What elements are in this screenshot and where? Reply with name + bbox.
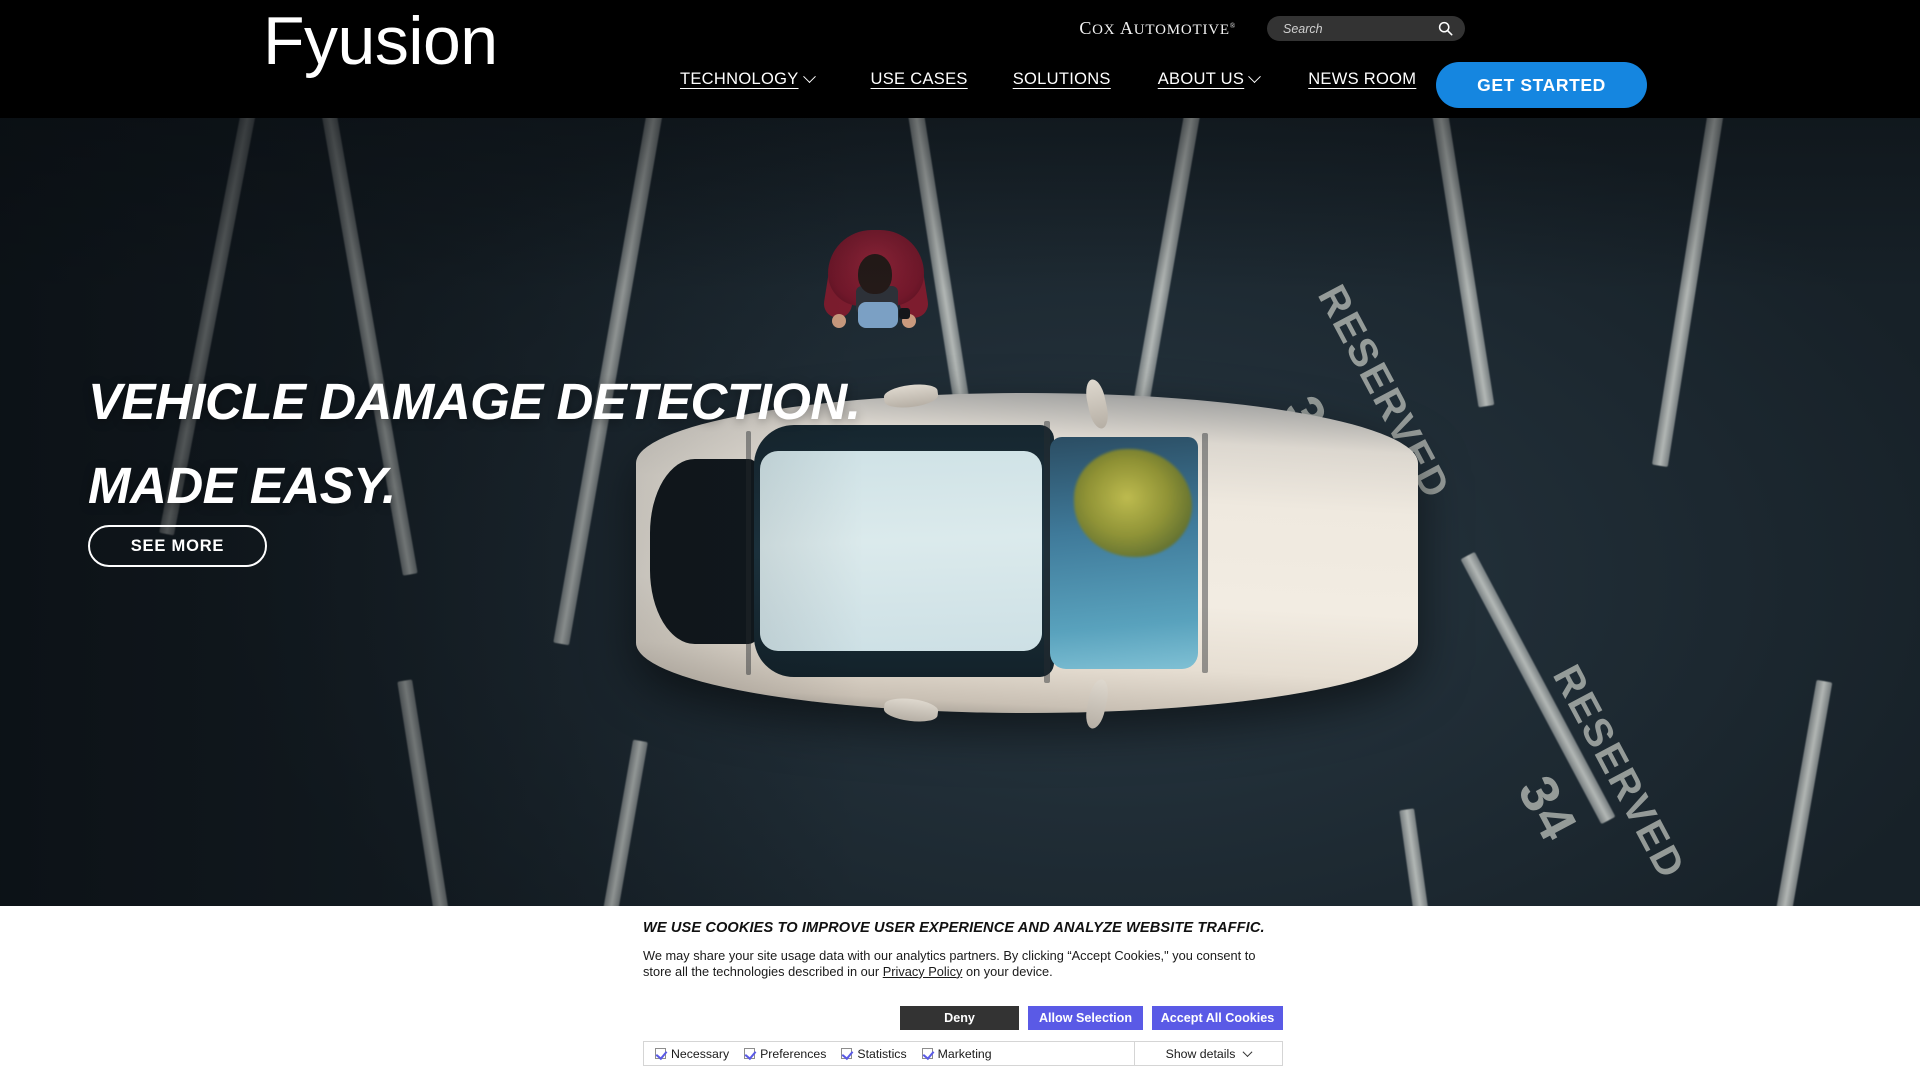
cox-logo-utomotive: UTOMOTIVE (1133, 22, 1230, 38)
chevron-down-icon (1242, 1047, 1253, 1058)
checkbox-marketing[interactable]: Marketing (921, 1046, 992, 1061)
search-input[interactable] (1267, 21, 1417, 36)
search-box[interactable] (1267, 16, 1465, 41)
chevron-down-icon (1248, 70, 1262, 84)
show-details-label: Show details (1165, 1046, 1236, 1061)
cox-logo-ox: OX (1092, 22, 1116, 38)
hero-title-line-2: MADE EASY. (88, 457, 396, 514)
checkbox-checked-icon[interactable] (921, 1048, 933, 1059)
checkbox-checked-icon[interactable] (841, 1048, 853, 1059)
site-logo[interactable]: Fyusion (263, 7, 498, 75)
checkbox-checked-icon[interactable] (655, 1048, 666, 1059)
checkbox-necessary[interactable]: Necessary (655, 1047, 729, 1061)
hero-title-line-1: VEHICLE DAMAGE DETECTION. (88, 373, 861, 430)
hero-title: VEHICLE DAMAGE DETECTION. MADE EASY. (88, 360, 861, 528)
accept-all-cookies-button[interactable]: Accept All Cookies (1152, 1006, 1283, 1030)
cookie-preferences-bar: Necessary Preferences Statistics Marketi… (643, 1041, 1283, 1066)
cookie-banner-body: We may share your site usage data with o… (643, 948, 1283, 981)
cookie-banner-title: WE USE COOKIES TO IMPROVE USER EXPERIENC… (643, 920, 1265, 936)
nav-label-about-us: ABOUT US (1157, 70, 1245, 88)
checkbox-statistics[interactable]: Statistics (841, 1046, 907, 1061)
checkbox-label-marketing: Marketing (937, 1046, 992, 1061)
nav-label-use-cases: USE CASES (870, 70, 968, 88)
nav-item-about-us[interactable]: ABOUT US (1157, 70, 1262, 89)
checkbox-label-necessary: Necessary (671, 1046, 730, 1061)
see-more-button[interactable]: SEE MORE (88, 525, 267, 567)
checkbox-label-statistics: Statistics (857, 1046, 907, 1061)
get-started-button[interactable]: GET STARTED (1436, 62, 1647, 108)
registered-mark-icon: ® (1229, 22, 1236, 30)
search-icon[interactable] (1438, 21, 1453, 36)
cookie-preferences-list: Necessary Preferences Statistics Marketi… (644, 1047, 1134, 1061)
cookie-banner-content: WE USE COOKIES TO IMPROVE USER EXPERIENC… (643, 920, 1283, 1066)
checkbox-checked-icon[interactable] (744, 1048, 756, 1059)
show-details-toggle[interactable]: Show details (1134, 1042, 1282, 1065)
checkbox-preferences[interactable]: Preferences (744, 1047, 826, 1061)
nav-label-technology: TECHNOLOGY (680, 70, 799, 88)
privacy-policy-link[interactable]: Privacy Policy (883, 964, 963, 979)
nav-label-news-room: NEWS ROOM (1308, 70, 1417, 88)
deny-button[interactable]: Deny (900, 1006, 1019, 1030)
checkbox-label-preferences: Preferences (760, 1046, 827, 1061)
chevron-down-icon (802, 70, 816, 84)
nav-label-solutions: SOLUTIONS (1012, 70, 1111, 88)
main-navigation: TECHNOLOGY USE CASES SOLUTIONS ABOUT US … (680, 70, 1416, 89)
cookie-body-text-part-2: on your device. (962, 963, 1053, 979)
cox-logo-c: C (1079, 18, 1093, 38)
cox-logo-a: A (1119, 18, 1134, 38)
nav-item-news-room[interactable]: NEWS ROOM (1308, 70, 1416, 89)
cox-automotive-logo[interactable]: COX AUTOMOTIVE® (1079, 18, 1236, 39)
cookie-button-group: Deny Allow Selection Accept All Cookies (643, 1006, 1283, 1030)
site-header: Fyusion COX AUTOMOTIVE® TECHNOLOGY USE C… (0, 0, 1920, 118)
nav-item-technology[interactable]: TECHNOLOGY (680, 70, 816, 89)
cookie-consent-banner: WE USE COOKIES TO IMPROVE USER EXPERIENC… (0, 906, 1920, 1080)
nav-item-solutions[interactable]: SOLUTIONS (1013, 70, 1111, 89)
allow-selection-button[interactable]: Allow Selection (1028, 1006, 1143, 1030)
nav-item-use-cases[interactable]: USE CASES (871, 70, 968, 89)
